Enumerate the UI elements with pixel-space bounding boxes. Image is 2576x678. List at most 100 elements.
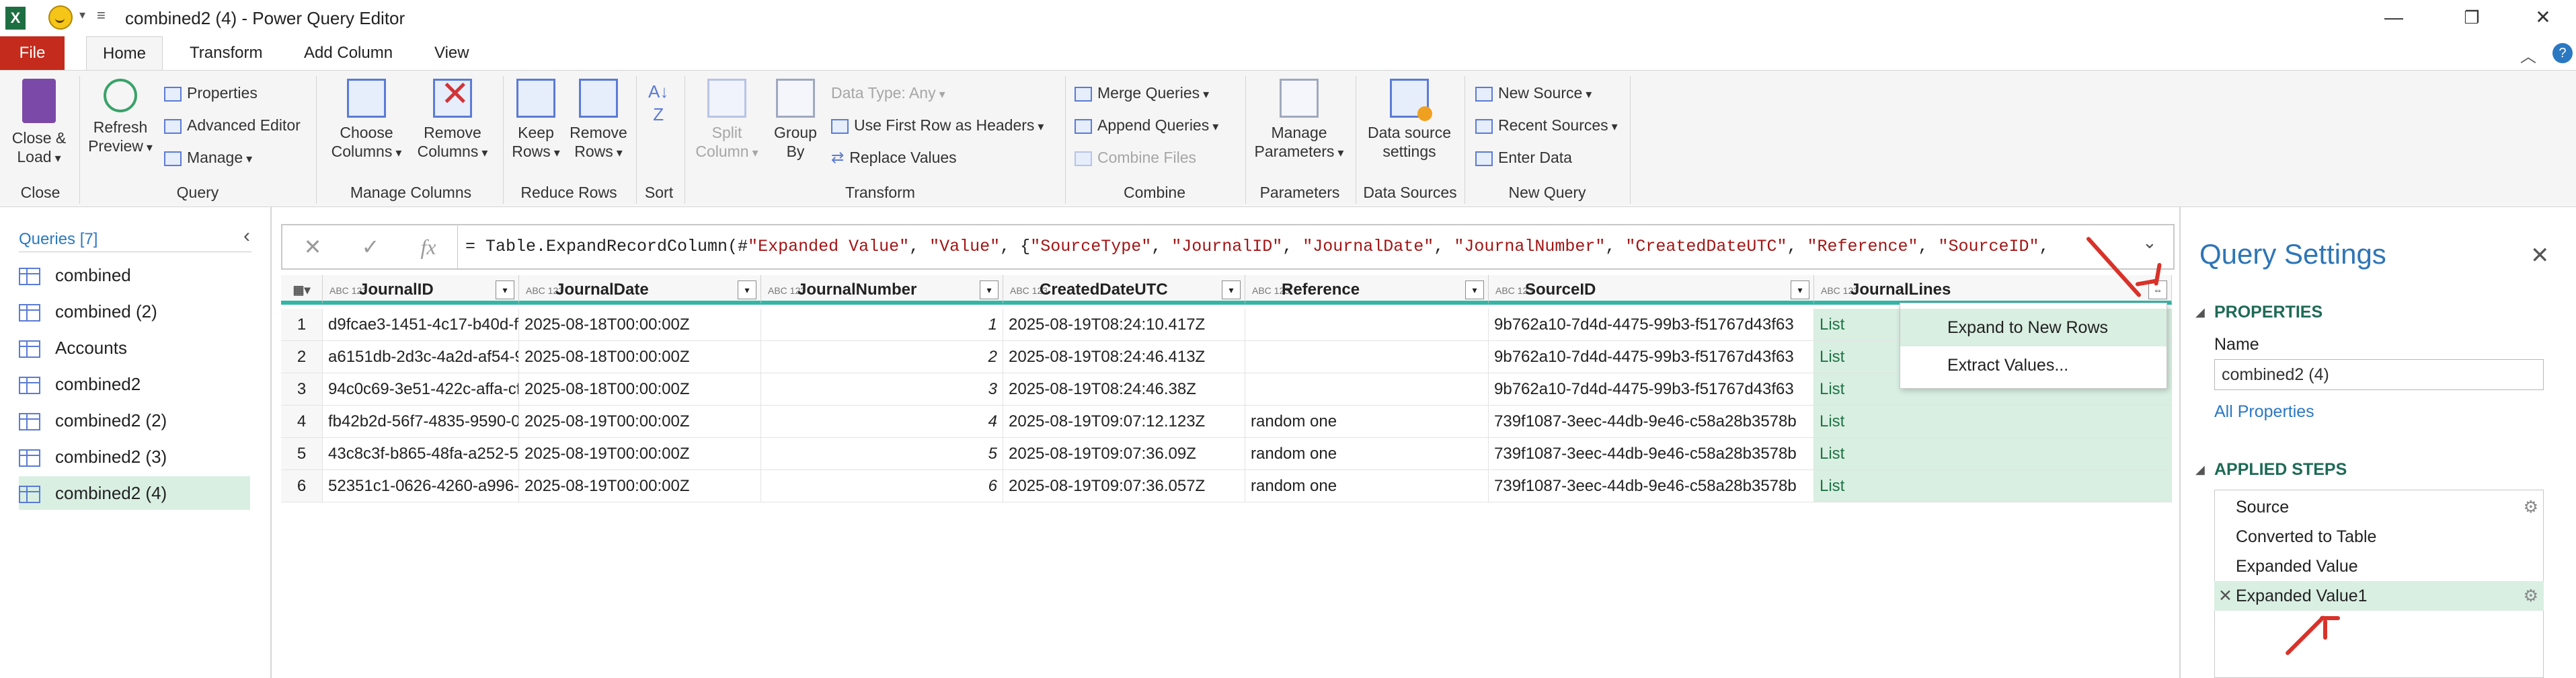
group-by-button[interactable]: Group By [763,79,828,161]
delete-step-icon[interactable]: ✕ [2218,581,2232,611]
query-item[interactable]: combined [19,258,250,292]
data-type-dropdown[interactable]: Data Type: Any [831,81,945,104]
any-type-icon[interactable]: ABC 123 [768,286,806,295]
qat-customize-icon[interactable]: ≡ [97,7,106,24]
combine-files-button[interactable]: Combine Files [1075,146,1196,169]
data-source-settings-button[interactable]: Data source settings [1358,79,1460,161]
properties-button[interactable]: Properties [164,81,258,104]
column-header[interactable]: ABC 123JournalDate ▾ [519,275,761,305]
column-header[interactable]: ABC 123SourceID ▾ [1489,275,1814,305]
list-link-cell[interactable]: List [1814,470,2172,502]
smiley-feedback-icon[interactable] [48,5,73,30]
use-first-row-headers-button[interactable]: Use First Row as Headers [831,114,1044,137]
query-item[interactable]: combined2 (4) [19,476,250,510]
close-window-icon[interactable]: ✕ [2523,3,2563,32]
row-number[interactable]: 3 [281,373,323,406]
filter-dropdown-icon[interactable]: ▾ [1791,280,1809,299]
manage-parameters-button[interactable]: Manage Parameters [1249,79,1349,162]
filter-dropdown-icon[interactable]: ▾ [1222,280,1241,299]
combine-files-icon [1075,151,1092,166]
filter-dropdown-icon[interactable]: ▾ [1465,280,1484,299]
column-header[interactable]: ABC 123JournalID ▾ [323,275,519,305]
replace-values-button[interactable]: ⇄ Replace Values [831,146,957,169]
step-settings-gear-icon[interactable]: ⚙ [2524,581,2538,611]
table-cell: 2025-08-18T00:00:00Z [519,341,761,373]
any-type-icon[interactable]: ABC 123 [1010,286,1048,295]
row-number[interactable]: 1 [281,309,323,341]
expand-formula-icon[interactable]: ⌄ [2142,232,2157,253]
tab-home[interactable]: Home [86,36,163,71]
split-column-button[interactable]: Split Column [690,79,764,162]
applied-step[interactable]: Converted to Table [2214,522,2544,552]
group-label-manage-columns: Manage Columns [350,184,472,201]
tab-add-column[interactable]: Add Column [288,36,409,70]
collapse-pane-icon[interactable]: ‹ [243,225,250,248]
enter-data-button[interactable]: Enter Data [1475,146,1572,169]
table-corner-menu-icon[interactable]: ▦▾ [281,275,323,305]
tab-view[interactable]: View [418,36,485,70]
list-link-cell[interactable]: List [1814,406,2172,438]
advanced-editor-button[interactable]: Advanced Editor [164,114,301,137]
remove-rows-button[interactable]: Remove Rows [565,79,632,162]
row-number[interactable]: 6 [281,470,323,502]
table-cell: 2025-08-19T00:00:00Z [519,470,761,502]
query-name-input[interactable]: combined2 (4) [2214,359,2544,390]
close-load-button[interactable]: Close & Load [5,79,73,167]
row-number[interactable]: 4 [281,406,323,438]
filter-dropdown-icon[interactable]: ▾ [496,280,514,299]
commit-formula-icon[interactable]: ✓ [340,225,401,268]
close-settings-icon[interactable]: ✕ [2530,242,2550,269]
restore-icon[interactable]: ❐ [2452,3,2492,32]
applied-step[interactable]: Source ⚙ [2214,492,2544,522]
tab-file[interactable]: File [0,36,65,70]
collapse-steps-icon[interactable]: ◢ [2195,463,2205,477]
append-queries-button[interactable]: Append Queries [1075,114,1218,137]
tab-transform[interactable]: Transform [173,36,278,70]
keep-rows-button[interactable]: Keep Rows [506,79,566,162]
collapse-ribbon-icon[interactable]: ︿ [2520,43,2536,67]
extract-values-item[interactable]: Extract Values... [1900,346,2167,384]
manage-button[interactable]: Manage [164,146,252,169]
filter-dropdown-icon[interactable]: ▾ [738,280,756,299]
formula-input[interactable]: = Table.ExpandRecordColumn(#"Expanded Va… [465,225,2050,268]
collapse-properties-icon[interactable]: ◢ [2195,305,2205,319]
query-item[interactable]: combined2 (3) [19,440,250,474]
filter-dropdown-icon[interactable]: ▾ [980,280,999,299]
list-link-cell[interactable]: List [1814,438,2172,470]
choose-columns-button[interactable]: Choose Columns [323,79,410,162]
minimize-icon[interactable]: — [2374,3,2414,32]
any-type-icon[interactable]: ABC 123 [1495,286,1533,295]
sort-ascending-icon[interactable]: A↓ Z [648,80,668,126]
any-type-icon[interactable]: ABC 123 [329,286,367,295]
step-settings-gear-icon[interactable]: ⚙ [2524,492,2538,522]
remove-columns-button[interactable]: ✕ Remove Columns [409,77,496,162]
refresh-preview-button[interactable]: Refresh Preview [83,79,157,157]
query-item[interactable]: combined2 [19,367,250,401]
recent-sources-button[interactable]: Recent Sources [1475,114,1618,137]
any-type-icon[interactable]: ABC 123 [526,286,563,295]
query-item[interactable]: Accounts [19,331,250,365]
all-properties-link[interactable]: All Properties [2214,402,2314,422]
column-header[interactable]: ABC 123JournalNumber ▾ [761,275,1003,305]
query-item[interactable]: combined2 (2) [19,404,250,437]
ribbon-separator [79,76,80,204]
cancel-formula-icon[interactable]: ✕ [282,225,343,268]
remove-rows-icon [579,79,618,118]
column-header[interactable]: ABC 123CreatedDateUTC ▾ [1003,275,1245,305]
new-source-button[interactable]: New Source [1475,81,1592,104]
row-number[interactable]: 2 [281,341,323,373]
applied-step[interactable]: Expanded Value [2214,552,2544,581]
column-header[interactable]: ABC 123JournalLines ⇔ [1814,275,2172,305]
applied-step[interactable]: ✕ Expanded Value1 ⚙ [2214,581,2544,611]
expand-to-new-rows-item[interactable]: Expand to New Rows [1900,309,2167,346]
any-type-icon[interactable]: ABC 123 [1252,286,1290,295]
help-icon[interactable]: ? [2552,43,2573,63]
any-type-icon[interactable]: ABC 123 [1821,286,1859,295]
column-header-label: JournalDate [555,280,649,299]
query-item[interactable]: combined (2) [19,295,250,328]
fx-icon[interactable]: fx [398,225,459,268]
column-header[interactable]: ABC 123Reference ▾ [1245,275,1489,305]
qat-dropdown-icon[interactable]: ▾ [79,8,85,22]
row-number[interactable]: 5 [281,438,323,470]
merge-queries-button[interactable]: Merge Queries [1075,81,1209,104]
